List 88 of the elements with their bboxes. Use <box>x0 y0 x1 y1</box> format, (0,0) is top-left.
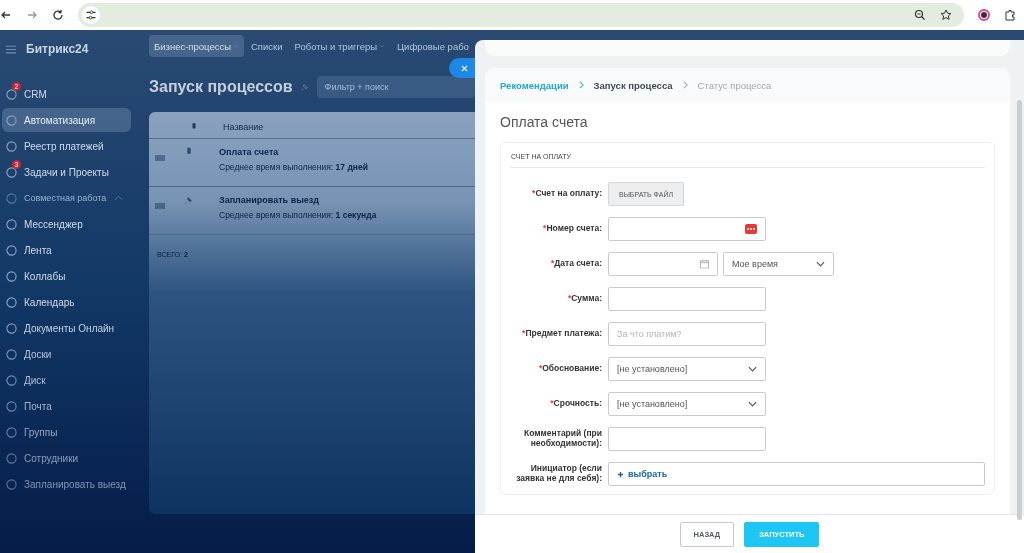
circle-icon <box>6 192 17 204</box>
text-field[interactable] <box>608 427 766 451</box>
chevron-icon <box>748 366 757 372</box>
circle-icon <box>6 426 17 438</box>
chevron-icon <box>114 195 123 201</box>
process-duration: Среднее время выполнения: 17 дней <box>219 162 368 172</box>
pin-icon[interactable] <box>185 195 193 205</box>
forward-icon[interactable] <box>26 9 38 21</box>
chevron-icon <box>816 261 825 267</box>
sidebar-item[interactable]: Почта <box>2 394 131 418</box>
text-field[interactable] <box>608 287 766 311</box>
star-icon[interactable] <box>940 9 952 21</box>
zoom-out-icon[interactable] <box>914 9 926 21</box>
menu-icon[interactable] <box>6 44 16 54</box>
circle-icon <box>6 140 17 152</box>
sidebar-item[interactable]: Реестр платежей <box>2 134 131 158</box>
sidebar-item[interactable]: Календарь <box>2 290 131 314</box>
sidebar-item[interactable]: Сотрудники <box>2 446 131 470</box>
password-manager-icon[interactable] <box>745 224 757 234</box>
process-link[interactable]: Запланировать выезд <box>219 195 377 205</box>
field-label: *Срочность: <box>549 399 602 409</box>
dropdown-select[interactable]: [не установлено] <box>608 357 766 381</box>
user-selector-field[interactable]: выбрать <box>608 462 985 486</box>
circle-icon <box>6 244 17 256</box>
drag-handle-icon[interactable] <box>155 155 165 161</box>
drag-handle-icon[interactable] <box>155 203 165 209</box>
sidebar-group[interactable]: Совместная работа <box>2 186 131 210</box>
nav-tab[interactable]: Бизнес-процессы <box>149 35 244 57</box>
pin-icon[interactable] <box>191 122 197 132</box>
scrollbar[interactable] <box>1017 100 1022 520</box>
field-label: *Номер счета: <box>542 224 602 234</box>
circle-icon <box>6 322 17 334</box>
field-label: Комментарий (при необходимости): <box>523 429 602 449</box>
sidebar-item[interactable]: Мессенджер <box>2 212 131 236</box>
nav-tab[interactable]: Цифровые рабо <box>392 35 474 57</box>
sidebar-item[interactable]: Автоматизация <box>2 108 131 132</box>
circle-icon <box>6 166 17 178</box>
puzzle-icon[interactable] <box>1004 9 1016 21</box>
field-label: Инициатор (если заявка не для себя): <box>515 464 602 484</box>
chevron-icon <box>682 81 688 89</box>
circle-icon <box>6 348 17 360</box>
pin-icon[interactable] <box>185 147 193 157</box>
circle-icon <box>6 218 17 230</box>
calendar-icon[interactable] <box>700 259 709 269</box>
column-header[interactable]: Название <box>223 122 264 132</box>
date-field[interactable] <box>608 252 718 276</box>
form-title: Оплата счета <box>500 114 589 130</box>
nav-tab[interactable]: Роботы и триггеры <box>289 35 391 57</box>
pin-icon[interactable] <box>300 83 309 91</box>
sidebar-item[interactable]: Документы Онлайн <box>2 316 131 340</box>
text-field[interactable] <box>608 217 766 241</box>
circle-icon <box>6 478 17 490</box>
field-label: *Дата счета: <box>549 259 602 269</box>
circle-icon <box>6 374 17 386</box>
circle-icon <box>6 270 17 282</box>
process-link[interactable]: Оплата счета <box>219 147 368 157</box>
plus-icon <box>617 470 624 478</box>
sidebar-item[interactable]: Лента <box>2 238 131 262</box>
select-link[interactable]: выбрать <box>628 469 668 479</box>
field-label: *Сумма: <box>566 294 602 304</box>
sidebar-item[interactable]: Группы <box>2 420 131 444</box>
chevron-icon <box>578 81 584 89</box>
dropdown-select[interactable]: [не установлено] <box>608 392 766 416</box>
color-circle-icon[interactable] <box>978 9 990 21</box>
field-label: *Предмет платежа: <box>521 329 602 339</box>
circle-icon <box>6 400 17 412</box>
circle-icon <box>6 114 17 126</box>
sidebar-item[interactable]: Диск <box>2 368 131 392</box>
nav-tab[interactable]: Списки <box>246 35 288 57</box>
text-field[interactable]: За что платим? <box>608 322 766 346</box>
circle-icon <box>6 88 17 100</box>
site-settings-icon[interactable] <box>82 6 100 24</box>
logo: Битрикс24 <box>26 42 89 56</box>
breadcrumb-step[interactable]: Запуск процесса <box>593 79 673 91</box>
process-duration: Среднее время выполнения: 1 секунда <box>219 210 377 220</box>
sidebar-item[interactable]: Доски <box>2 342 131 366</box>
back-icon[interactable] <box>0 9 12 21</box>
reload-icon[interactable] <box>52 9 64 21</box>
sidebar-item[interactable]: Коллабы <box>2 264 131 288</box>
page-title: Запуск процессов <box>149 78 293 96</box>
sidebar-item[interactable]: Запланировать выезд <box>2 472 131 496</box>
circle-icon <box>6 296 17 308</box>
chevron-icon <box>748 401 757 407</box>
close-icon <box>460 64 468 72</box>
field-label: *Счет на оплату: <box>531 189 602 199</box>
timezone-select[interactable]: Мое время <box>723 252 834 276</box>
circle-icon <box>6 452 17 464</box>
field-label: *Обоснование: <box>537 364 602 374</box>
